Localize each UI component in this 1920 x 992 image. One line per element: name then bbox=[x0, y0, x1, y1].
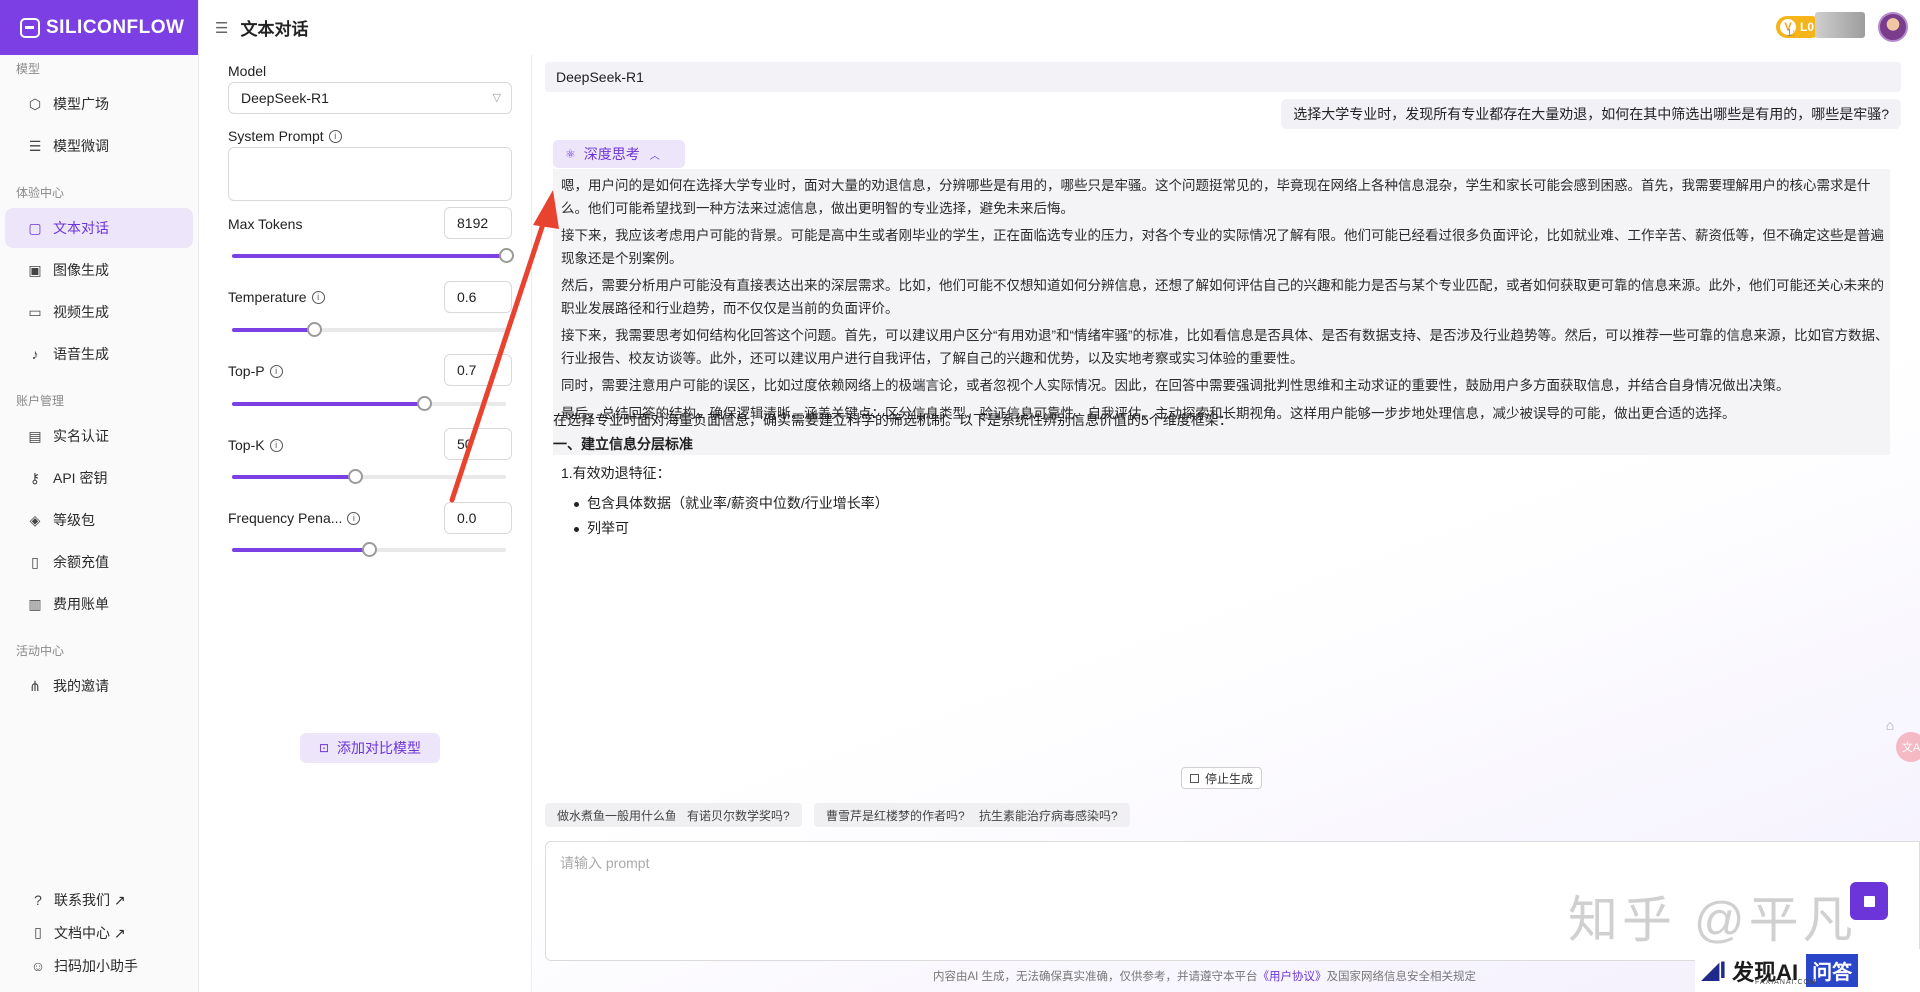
faxian-ai-watermark: ◢I 发现AI 问答 FAXIANAI.COM bbox=[1695, 949, 1920, 992]
faxian-logo-icon: ◢I bbox=[1701, 957, 1727, 984]
zhihu-watermark: 知乎 @平凡 bbox=[1568, 892, 1857, 948]
annotation-arrow bbox=[449, 190, 559, 503]
